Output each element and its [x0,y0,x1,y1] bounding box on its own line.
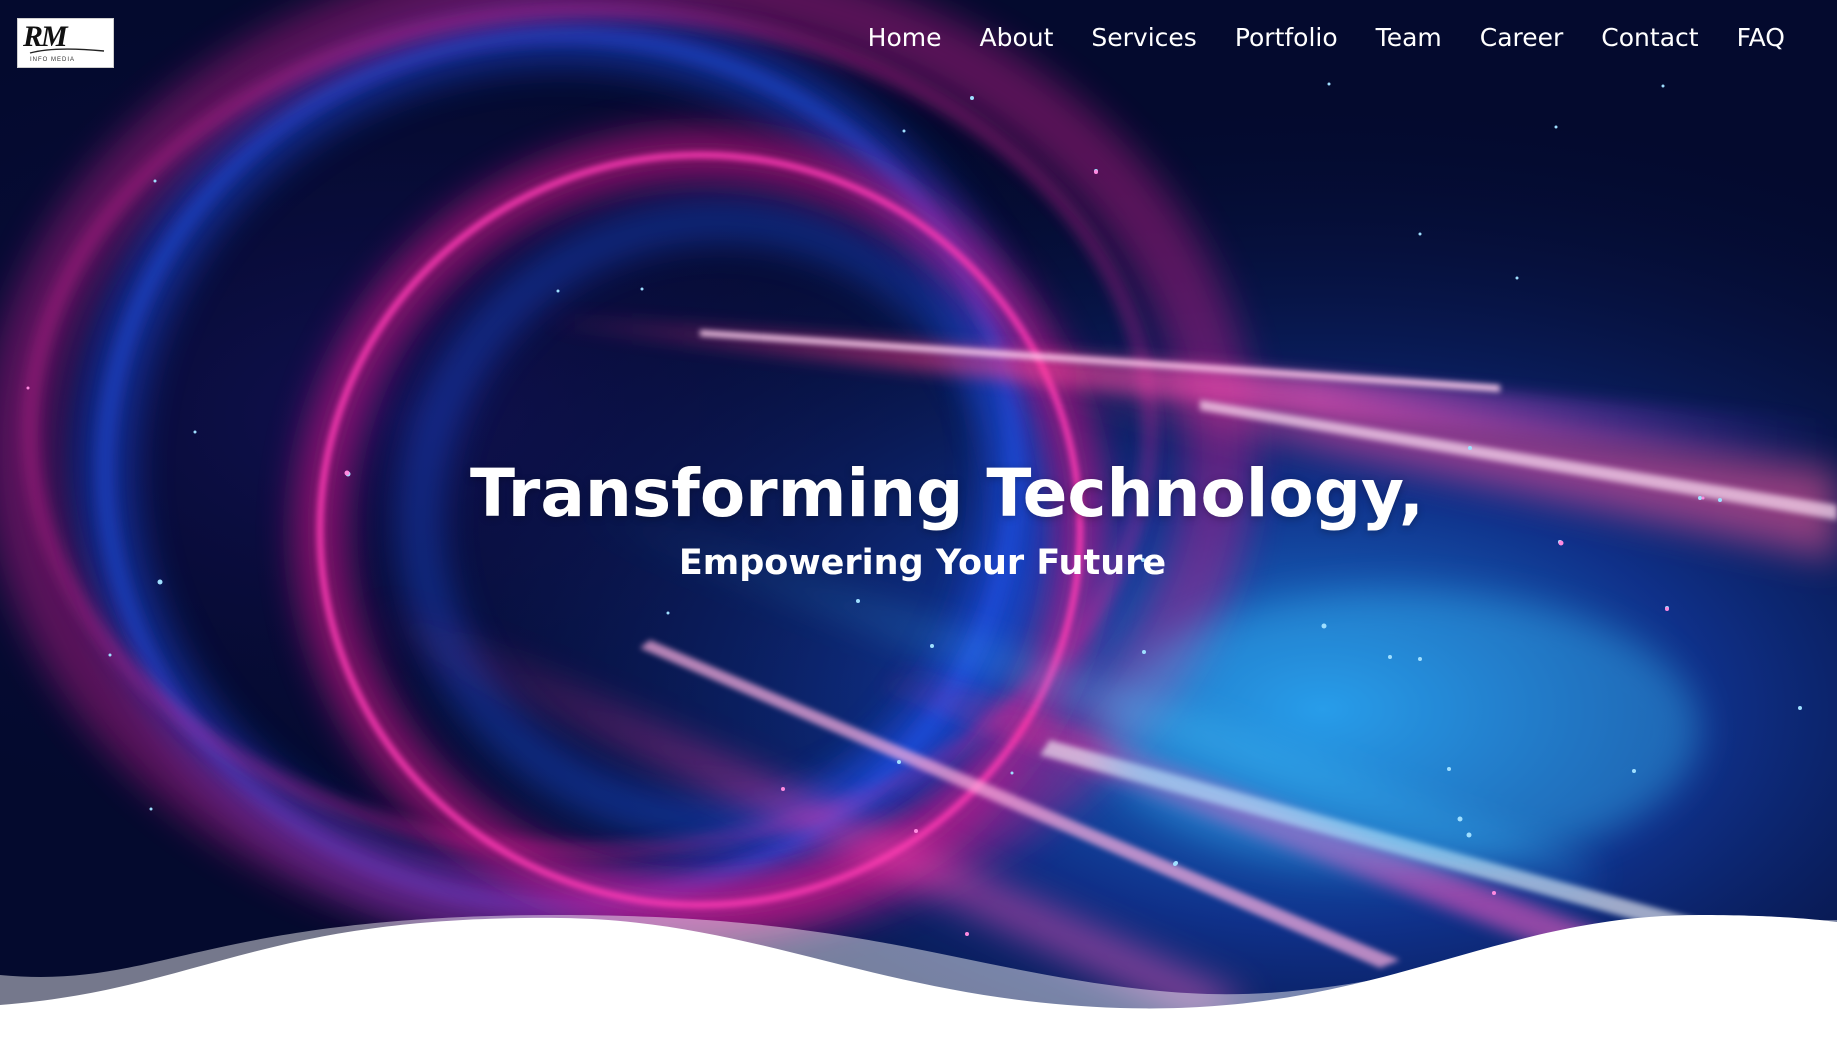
logo-swoosh-icon [29,48,105,54]
nav-link-services[interactable]: Services [1091,20,1196,56]
nav-link-team[interactable]: Team [1376,20,1442,56]
hero-section: RM INFO MEDIA Home About Services Portfo… [0,0,1837,1043]
hero-bottom-wave [0,915,1837,1043]
main-navigation: Home About Services Portfolio Team Caree… [830,18,1785,58]
nav-link-portfolio[interactable]: Portfolio [1235,20,1338,56]
nav-link-home[interactable]: Home [868,20,942,56]
nav-link-career[interactable]: Career [1480,20,1564,56]
logo-subtitle: INFO MEDIA [30,57,76,63]
nav-link-contact[interactable]: Contact [1601,20,1698,56]
logo[interactable]: RM INFO MEDIA [17,18,114,68]
nav-link-faq[interactable]: FAQ [1737,20,1785,56]
nav-link-about[interactable]: About [979,20,1053,56]
